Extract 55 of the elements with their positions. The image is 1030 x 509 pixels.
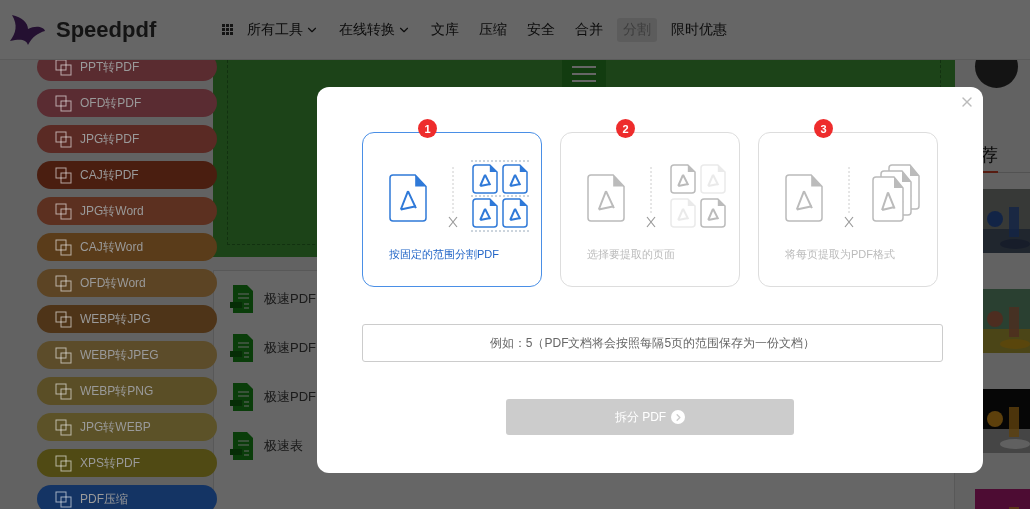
logo-text[interactable]: Speedpdf [56, 16, 157, 43]
image-file-icon [55, 94, 72, 112]
tool-pill[interactable]: PPT转PDF [37, 60, 217, 81]
nav-link[interactable]: 合并 [569, 17, 609, 42]
grid-icon [222, 24, 233, 35]
option-label: 按固定的范围分割PDF [389, 247, 500, 262]
split-option-card[interactable]: 将每页提取为PDF格式 [758, 132, 938, 287]
tool-pill[interactable]: WEBP转JPG [37, 305, 217, 333]
step-number: 1 [418, 119, 437, 138]
option-label: 选择要提取的页面 [587, 247, 676, 262]
butterfly-logo-icon [8, 12, 46, 47]
nav-link[interactable]: 压缩 [473, 17, 513, 42]
nav-link[interactable]: 安全 [521, 17, 561, 42]
tool-pill[interactable]: OFD转Word [37, 269, 217, 297]
menu-button[interactable] [562, 60, 606, 88]
image-file-icon [55, 130, 72, 148]
pdf-file-icon [230, 383, 254, 411]
tool-pill[interactable]: CAJ转PDF [37, 161, 217, 189]
image-file-icon [55, 490, 72, 508]
option-label: 将每页提取为PDF格式 [785, 247, 896, 262]
nav-link[interactable]: 所有工具 [241, 17, 325, 42]
pdf-file-icon [230, 285, 254, 313]
image-file-icon [55, 454, 72, 472]
pdf-file-icon [230, 334, 254, 362]
split-option-card[interactable]: 选择要提取的页面 [560, 132, 740, 287]
nav-link[interactable]: 限时优惠 [665, 17, 733, 42]
tool-pill[interactable]: JPG转WEBP [37, 413, 217, 441]
image-file-icon [55, 274, 72, 292]
tool-pill[interactable]: PDF压缩 [37, 485, 217, 509]
file-title[interactable]: 极速表 [264, 437, 303, 455]
tool-pill[interactable]: OFD转PDF [37, 89, 217, 117]
image-file-icon [55, 202, 72, 220]
file-title[interactable]: 极速PDF [264, 290, 316, 308]
nav-link[interactable]: 在线转换 [333, 17, 417, 42]
nav-link[interactable]: 文库 [425, 17, 465, 42]
pdf-file-icon [230, 432, 254, 460]
image-file-icon [55, 310, 72, 328]
tool-pill[interactable]: JPG转Word [37, 197, 217, 225]
tool-pill[interactable]: WEBP转JPEG [37, 341, 217, 369]
split-option-card[interactable]: 按固定的范围分割PDF [362, 132, 542, 287]
file-title[interactable]: 极速PDF [264, 339, 316, 357]
image-file-icon [55, 382, 72, 400]
step-number: 3 [814, 119, 833, 138]
image-file-icon [55, 346, 72, 364]
tool-pill[interactable]: CAJ转Word [37, 233, 217, 261]
tool-pill[interactable]: JPG转PDF [37, 125, 217, 153]
tool-pill[interactable]: WEBP转PNG [37, 377, 217, 405]
image-file-icon [55, 238, 72, 256]
tool-pill[interactable]: XPS转PDF [37, 449, 217, 477]
image-file-icon [55, 166, 72, 184]
page-range-field[interactable]: 例如：5（PDF文档将会按照每隔5页的范围保存为一份文档） [362, 324, 943, 362]
file-title[interactable]: 极速PDF [264, 388, 316, 406]
image-file-icon [55, 418, 72, 436]
step-number: 2 [616, 119, 635, 138]
image-file-icon [55, 60, 72, 76]
